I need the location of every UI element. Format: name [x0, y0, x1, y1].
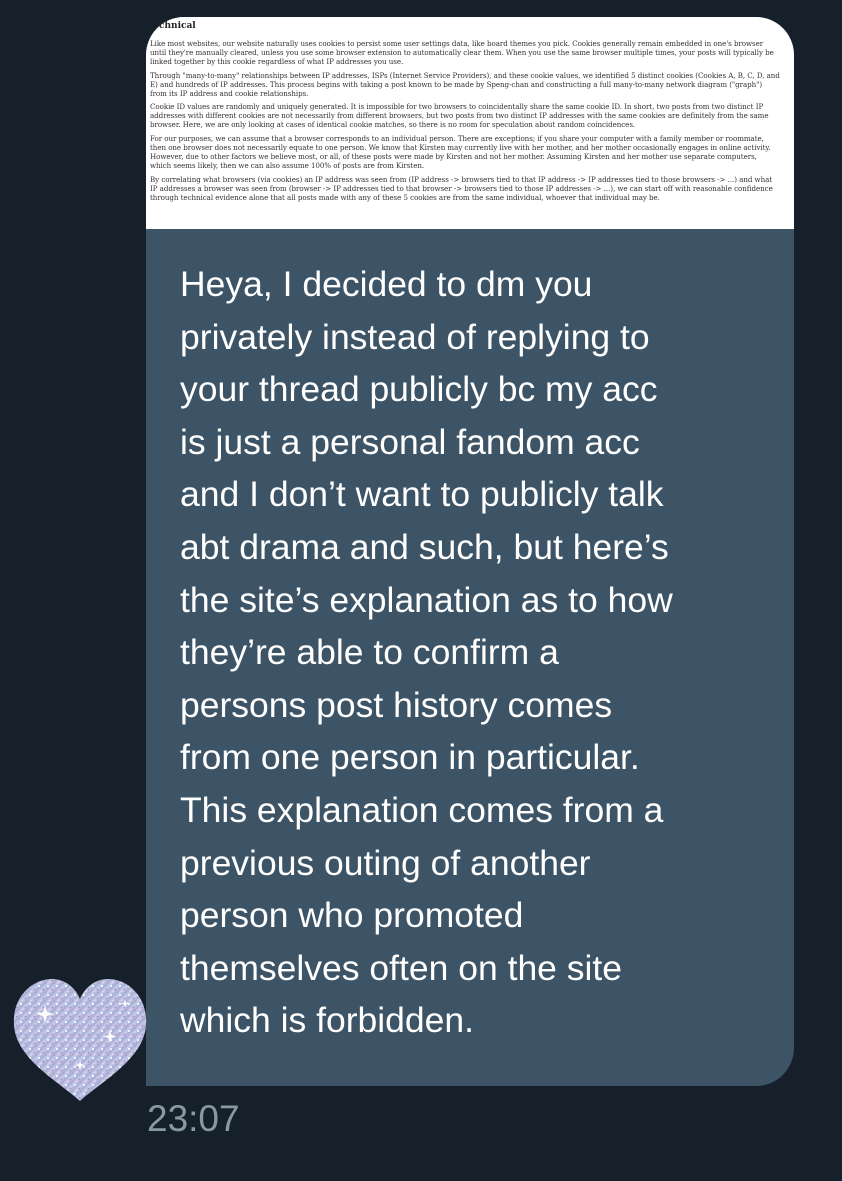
message-text: Heya, I decided to dm you privately inst… [180, 264, 673, 1041]
attached-screenshot[interactable]: chnical Like most websites, our website … [146, 17, 794, 229]
attachment-title: chnical [159, 21, 196, 31]
attachment-paragraph: By correlating what browsers (via cookie… [150, 174, 773, 202]
attachment-paragraph: Through "many-to-many" relationships bet… [150, 70, 780, 98]
avatar[interactable] [10, 975, 150, 1105]
message-bubble[interactable]: chnical Like most websites, our website … [146, 17, 794, 1086]
attachment-paragraph: Cookie ID values are randomly and unique… [150, 102, 769, 130]
glitter-heart-icon [13, 979, 147, 1101]
attachment-paragraph: Like most websites, our website naturall… [150, 39, 774, 66]
message-timestamp: 23:07 [147, 1098, 240, 1139]
attachment-paragraph: For our purposes, we can assume that a b… [150, 134, 771, 170]
